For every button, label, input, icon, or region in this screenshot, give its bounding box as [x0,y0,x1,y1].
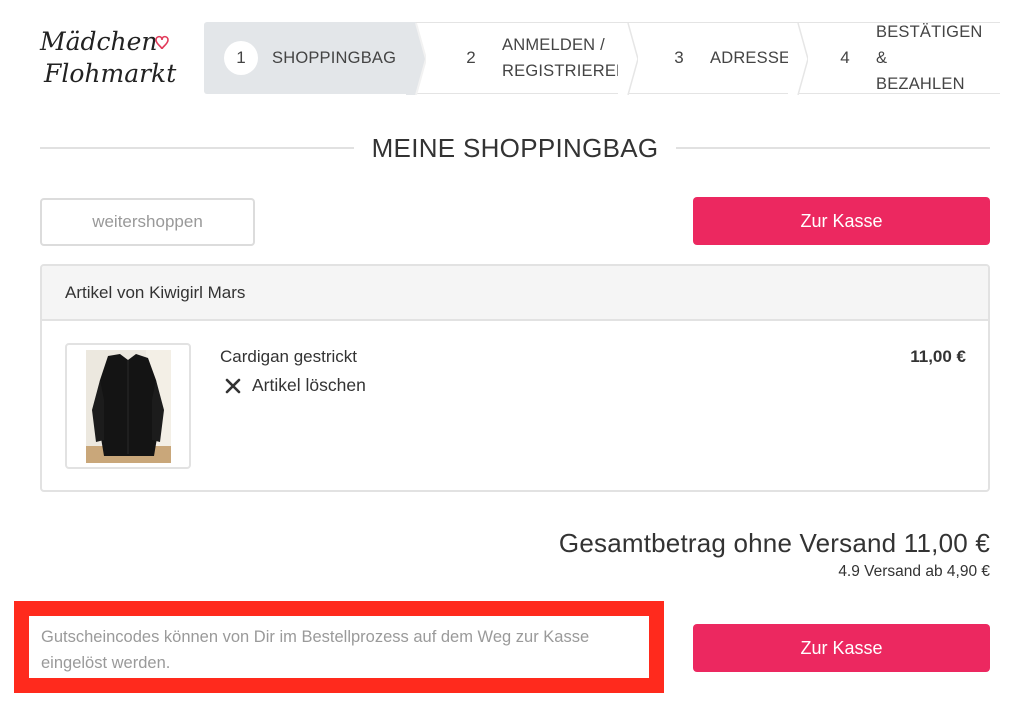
logo-text-line1: Mädchen [39,27,158,56]
chevron-right-icon [618,23,638,95]
step-number: 1 [224,41,258,75]
logo-text-line2: Flohmarkt [43,59,177,88]
step-confirm-pay[interactable]: 4 BESTÄTIGEN & BEZAHLEN [798,22,1000,94]
checkout-button-bottom[interactable]: Zur Kasse [693,624,990,672]
step-address[interactable]: 3 ADRESSE [628,22,808,95]
close-icon [225,378,241,393]
checkout-button-top[interactable]: Zur Kasse [693,197,990,245]
continue-shopping-button[interactable]: weitershoppen [40,198,255,246]
step-number: 4 [828,41,862,75]
divider [40,147,354,149]
seller-heading: Artikel von Kiwigirl Mars [42,266,988,321]
step-number: 3 [662,41,696,75]
product-name[interactable]: Cardigan gestrickt [220,347,357,367]
step-number: 2 [454,41,488,75]
chevron-right-icon [406,23,426,95]
step-shoppingbag[interactable]: 1 SHOPPINGBAG [204,22,426,95]
step-label: ANMELDEN / REGISTRIEREN [502,36,629,80]
page-title-row: MEINE SHOPPINGBAG [40,128,991,168]
seller-cart-panel: Artikel von Kiwigirl Mars Cardigan gestr… [40,264,990,492]
product-price: 11,00 € [910,347,966,366]
product-image [85,349,171,463]
step-label: SHOPPINGBAG [272,49,397,67]
step-login-register[interactable]: 2 ANMELDEN / REGISTRIEREN [416,22,638,95]
page-title: MEINE SHOPPINGBAG [371,132,659,163]
checkout-steps: 1 SHOPPINGBAG 2 ANMELDEN / REGISTRIEREN 3… [204,22,1000,95]
shipping-info: 4.9 Versand ab 4,90 € [838,563,990,580]
heart-icon [155,35,169,50]
step-label: ADRESSE [710,49,791,67]
order-total: Gesamtbetrag ohne Versand 11,00 € [558,528,990,558]
divider [676,147,991,149]
logo[interactable]: Mädchen Flohmarkt [38,18,178,96]
step-label: BESTÄTIGEN & BEZAHLEN [876,23,983,93]
delete-item-label: Artikel löschen [252,375,366,395]
product-thumbnail[interactable] [65,343,191,469]
delete-item-link[interactable]: Artikel löschen [224,375,366,396]
chevron-right-icon [788,23,808,95]
voucher-note: Gutscheincodes können von Dir im Bestell… [41,628,590,672]
voucher-note-box: Gutscheincodes können von Dir im Bestell… [14,601,664,693]
cart-item: Cardigan gestrickt Artikel löschen 11,00… [42,321,988,490]
